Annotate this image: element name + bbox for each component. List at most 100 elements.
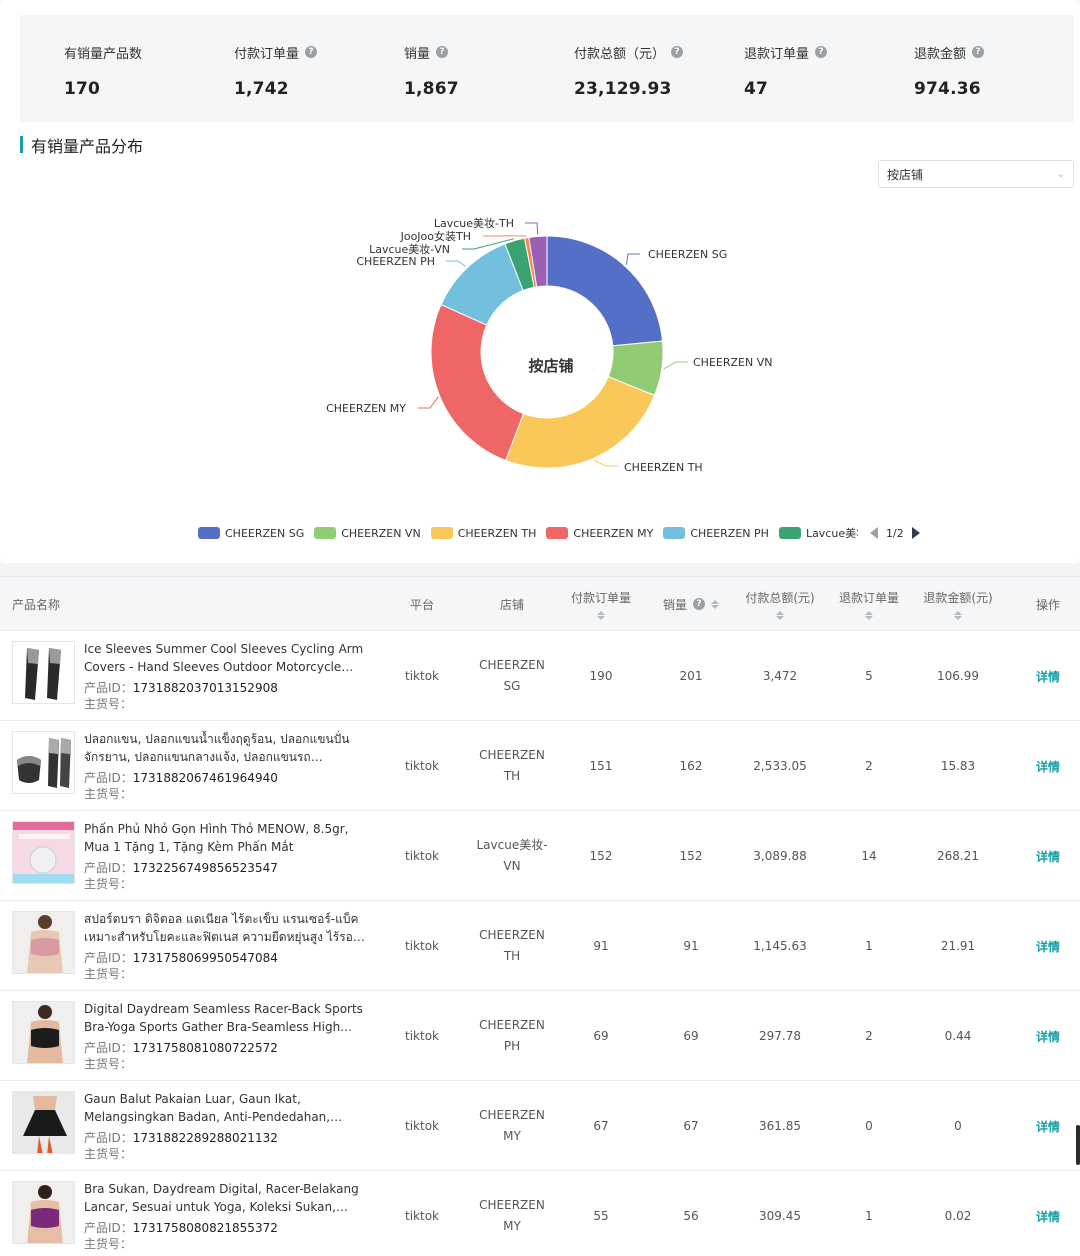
legend-item[interactable]: CHEERZEN VN (314, 527, 421, 540)
cell-refund-orders: 2 (865, 1029, 873, 1043)
cell-refund-amount: 268.21 (937, 849, 979, 863)
help-icon[interactable]: ? (436, 46, 449, 58)
product-name[interactable]: สปอร์ตบรา ดิจิตอล แดเนียล ไร้ตะเข็บ แรนเ… (84, 911, 366, 946)
product-id: 产品ID：1732256749856523547 (84, 861, 278, 875)
sort-icon[interactable] (597, 610, 605, 620)
th-refund-orders[interactable]: 退款订单量 (828, 577, 910, 631)
cell-orders: 69 (593, 1029, 609, 1043)
table-row: Ice Sleeves Summer Cool Sleeves Cycling … (0, 631, 1080, 721)
cell-platform: tiktok (405, 1209, 439, 1223)
cell-orders: 151 (589, 759, 613, 773)
detail-link[interactable]: 详情 (1036, 1118, 1060, 1135)
product-id: 产品ID：1731882037013152908 (84, 681, 278, 695)
stat-value: 170 (64, 79, 101, 99)
sort-icon[interactable] (776, 610, 784, 620)
product-name[interactable]: Gaun Balut Pakaian Luar, Gaun Ikat, Mela… (84, 1091, 366, 1126)
product-sku: 主货号： (84, 1057, 133, 1071)
product-thumbnail[interactable] (12, 821, 75, 884)
legend-swatch (430, 527, 453, 539)
cell-amount: 361.85 (759, 1119, 801, 1133)
pie-slice[interactable] (505, 376, 656, 469)
th-product: 产品名称 (12, 597, 61, 612)
prev-page-icon[interactable] (869, 527, 878, 539)
legend-item[interactable]: Lavcue美妆-VN (778, 525, 858, 541)
product-name[interactable]: Phấn Phủ Nhỏ Gọn Hình Thỏ MENOW, 8.5gr, … (84, 821, 366, 856)
th-refund-amount-label: 退款金额(元) (923, 590, 993, 605)
group-by-select[interactable]: 按店铺 ⌄ (878, 160, 1074, 188)
product-name[interactable]: Ice Sleeves Summer Cool Sleeves Cycling … (84, 641, 366, 676)
pie-slice-label: CHEERZEN SG (648, 248, 727, 261)
legend-item[interactable]: CHEERZEN SG (198, 527, 304, 540)
group-by-value: 按店铺 (887, 167, 924, 182)
cell-shop: CHEERZEN TH (479, 748, 545, 783)
detail-link[interactable]: 详情 (1036, 938, 1060, 955)
help-icon[interactable]: ? (693, 598, 705, 610)
cell-refund-orders: 1 (865, 1209, 873, 1223)
pie-label-line (663, 361, 688, 370)
product-sku: 主货号： (84, 697, 133, 711)
legend-item[interactable]: CHEERZEN MY (546, 527, 653, 540)
product-name[interactable]: Bra Sukan, Daydream Digital, Racer-Belak… (84, 1181, 366, 1216)
sort-icon[interactable] (865, 610, 873, 620)
pie-slice-label: CHEERZEN VN (693, 356, 772, 369)
product-name[interactable]: ปลอกแขน, ปลอกแขนน้ำแข็งฤดูร้อน, ปลอกแขนป… (84, 731, 366, 766)
cell-platform: tiktok (405, 939, 439, 953)
pie-slice[interactable] (430, 303, 525, 462)
detail-link[interactable]: 详情 (1036, 668, 1060, 685)
cell-shop: CHEERZEN SG (479, 658, 545, 693)
section-title-text: 有销量产品分布 (31, 136, 144, 156)
product-thumbnail[interactable] (12, 1001, 75, 1064)
detail-link[interactable]: 详情 (1036, 1028, 1060, 1045)
cell-sales: 201 (679, 669, 703, 683)
cell-sales: 152 (679, 849, 703, 863)
th-platform: 平台 (409, 597, 434, 612)
pie-label-line (446, 260, 466, 267)
help-icon[interactable]: ? (815, 46, 828, 58)
stat-paid-orders: 付款订单量? 1,742 (234, 43, 318, 99)
scrollbar[interactable] (1076, 1125, 1080, 1165)
product-thumbnail[interactable] (12, 731, 75, 794)
help-icon[interactable]: ? (671, 46, 684, 58)
cell-orders: 55 (593, 1209, 609, 1223)
pie-slice[interactable] (546, 235, 664, 347)
product-name[interactable]: Digital Daydream Seamless Racer-Back Spo… (84, 1001, 366, 1036)
product-sku: 主货号： (84, 1237, 133, 1251)
cell-orders: 67 (593, 1119, 609, 1133)
cell-shop: CHEERZEN MY (479, 1108, 545, 1143)
product-id: 产品ID：1731758069950547084 (84, 951, 278, 965)
pie-label-line (418, 396, 439, 409)
legend-item[interactable]: CHEERZEN PH (663, 527, 769, 540)
legend-swatch (663, 527, 686, 539)
cell-orders: 190 (589, 669, 613, 683)
legend-item[interactable]: CHEERZEN TH (430, 527, 536, 540)
cell-amount: 3,472 (762, 669, 798, 683)
sort-icon[interactable] (954, 610, 962, 620)
stat-value: 974.36 (914, 79, 981, 99)
cell-platform: tiktok (405, 1029, 439, 1043)
legend-label: Lavcue美妆-VN (805, 527, 858, 540)
detail-link[interactable]: 详情 (1036, 848, 1060, 865)
product-thumbnail[interactable] (12, 1091, 75, 1154)
product-thumbnail[interactable] (12, 911, 75, 974)
product-thumbnail[interactable] (12, 1181, 75, 1244)
product-thumbnail[interactable] (12, 641, 75, 704)
next-page-icon[interactable] (911, 527, 920, 539)
cell-amount: 297.78 (759, 1029, 801, 1043)
cell-amount: 309.45 (759, 1209, 801, 1223)
th-refund-amount[interactable]: 退款金额(元) (912, 577, 1004, 631)
table-row: สปอร์ตบรา ดิจิตอล แดเนียล ไร้ตะเข็บ แรนเ… (0, 901, 1080, 991)
table-row: Phấn Phủ Nhỏ Gọn Hình Thỏ MENOW, 8.5gr, … (0, 811, 1080, 901)
th-amount[interactable]: 付款总额(元) (734, 577, 826, 631)
pie-slice-label: CHEERZEN MY (326, 402, 406, 415)
detail-link[interactable]: 详情 (1036, 758, 1060, 775)
help-icon[interactable]: ? (305, 46, 318, 58)
help-icon[interactable]: ? (972, 46, 985, 58)
cell-refund-amount: 21.91 (940, 939, 976, 953)
th-sales[interactable]: 销量 ? (650, 577, 732, 631)
sort-icon[interactable] (711, 599, 719, 609)
legend-label: CHEERZEN PH (690, 526, 769, 540)
detail-link[interactable]: 详情 (1036, 1208, 1060, 1225)
cell-refund-amount: 15.83 (940, 759, 976, 773)
th-orders[interactable]: 付款订单量 (560, 577, 642, 631)
pie-label-line (625, 253, 640, 265)
